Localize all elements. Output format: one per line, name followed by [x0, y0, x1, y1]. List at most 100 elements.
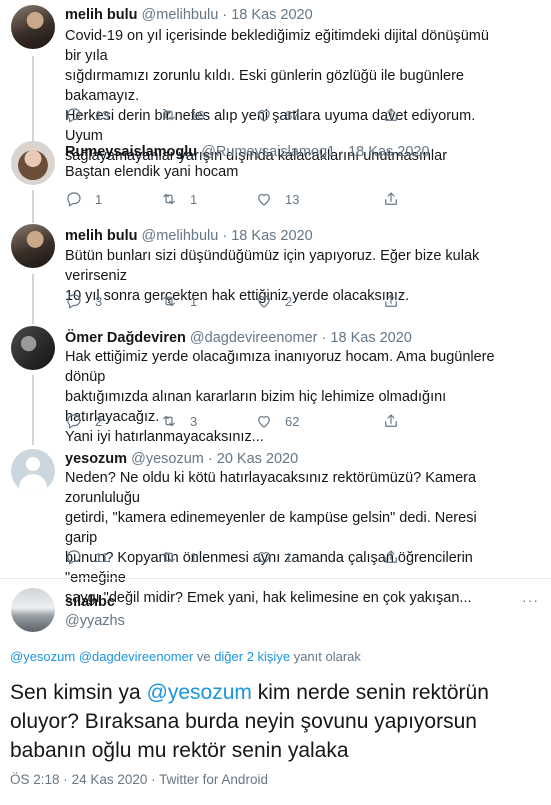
author-handle[interactable]: @melihbulu [142, 228, 219, 244]
avatar[interactable] [11, 588, 55, 632]
tweet-actions: 13 16 67 [65, 105, 465, 125]
like-count: 13 [285, 191, 300, 207]
like-button[interactable]: 67 [255, 105, 299, 125]
reply-count: 13 [95, 107, 110, 123]
separator: · [321, 330, 327, 346]
tweet-actions: 11 1 1 [65, 547, 465, 567]
reply-button[interactable]: 11 [65, 547, 109, 567]
author-name[interactable]: melih bulu [65, 7, 138, 23]
share-button[interactable] [382, 411, 400, 431]
separator: · [63, 772, 68, 787]
share-icon [385, 294, 397, 307]
author-name[interactable]: sılahbc [65, 594, 115, 610]
tweet-text-line: Baştan elendik yani hocam [65, 164, 239, 180]
retweet-count: 16 [190, 107, 205, 123]
author-handle[interactable]: @yesozum [131, 451, 204, 467]
retweet-button[interactable]: 1 [160, 189, 197, 209]
like-button[interactable]: 1 [255, 547, 292, 567]
mention-link[interactable]: @yesozum [147, 681, 252, 704]
tweet-date[interactable]: 24 Kas 2020 [72, 772, 148, 787]
share-icon [385, 414, 397, 427]
author-name[interactable]: Rumeysaislamoglu [65, 144, 197, 160]
author-handle[interactable]: @yyazhs [65, 613, 125, 629]
avatar[interactable] [11, 5, 55, 49]
separator: · [222, 228, 228, 244]
retweet-button[interactable]: 1 [160, 291, 197, 311]
retweet-count: 3 [190, 413, 198, 429]
tweet-text-line: Neden? Ne oldu ki kötü hatırlayacaksınız… [65, 470, 477, 506]
like-count: 62 [285, 413, 300, 429]
replying-and: ve [196, 649, 211, 664]
share-button[interactable] [382, 189, 400, 209]
separator: · [207, 451, 213, 467]
reply-count: 3 [95, 293, 103, 309]
reply-icon [67, 414, 81, 429]
like-icon [258, 110, 270, 122]
tweet-text-line: saygı "değil midir? Emek yani, hak kelim… [65, 590, 472, 606]
separator: · [151, 772, 156, 787]
tweet-text: Hak ettiğimiz yerde olacağımıza inanıyor… [65, 347, 505, 447]
retweet-button[interactable]: 1 [160, 547, 197, 567]
tweet-item[interactable]: Ömer Dağdeviren @dagdevireenomer · 18 Ka… [0, 321, 551, 445]
tweet-header: Rumeysaislamoglu @Rumeysaislamog1 · 18 K… [65, 143, 430, 161]
avatar[interactable] [11, 326, 55, 370]
author-name[interactable]: yesozum [65, 451, 127, 467]
share-icon [385, 108, 397, 121]
tweet-source[interactable]: Twitter for Android [159, 772, 268, 787]
reply-button[interactable]: 1 [65, 189, 102, 209]
retweet-count: 1 [190, 549, 198, 565]
replying-to: @yesozum @dagdevireenomer ve diğer 2 kiş… [10, 649, 361, 664]
like-button[interactable]: 62 [255, 411, 299, 431]
more-icon[interactable]: ··· [522, 592, 539, 608]
like-count: 1 [285, 549, 293, 565]
author-handle[interactable]: @melihbulu [142, 7, 219, 23]
avatar[interactable] [11, 224, 55, 268]
author-handle[interactable]: @Rumeysaislamog1 [201, 144, 335, 160]
reply-button[interactable]: 3 [65, 291, 102, 311]
reply-button[interactable]: 13 [65, 105, 109, 125]
default-avatar-icon [26, 457, 40, 471]
retweet-count: 1 [190, 191, 198, 207]
retweet-button[interactable]: 3 [160, 411, 197, 431]
author-name[interactable]: Ömer Dağdeviren [65, 330, 186, 346]
retweet-button[interactable]: 16 [160, 105, 204, 125]
share-button[interactable] [382, 105, 400, 125]
reply-count: 11 [95, 549, 109, 565]
author-handle[interactable]: @dagdevireenomer [190, 330, 318, 346]
tweet-date[interactable]: 18 Kas 2020 [330, 330, 411, 346]
tweet-text-line: getirdi, "kamera edinemeyenler de kampüs… [65, 510, 477, 546]
like-icon [258, 416, 270, 428]
reply-button[interactable]: 2 [65, 411, 102, 431]
author-name[interactable]: melih bulu [65, 228, 138, 244]
tweet-header: melih bulu @melihbulu · 18 Kas 2020 [65, 227, 313, 245]
separator: · [339, 144, 345, 160]
tweet-item[interactable]: yesozum @yesozum · 20 Kas 2020 Neden? Ne… [0, 445, 551, 606]
share-button[interactable] [382, 291, 400, 311]
like-count: 67 [285, 107, 300, 123]
avatar[interactable] [11, 141, 55, 185]
main-text-start: Sen kimsin ya [10, 681, 141, 704]
like-button[interactable]: 2 [255, 291, 292, 311]
tweet-date[interactable]: 18 Kas 2020 [231, 7, 312, 23]
replying-users-link[interactable]: @yesozum @dagdevireenomer [10, 649, 193, 664]
divider [0, 578, 551, 579]
tweet-text-line: Hak ettiğimiz yerde olacağımıza inanıyor… [65, 349, 495, 385]
reply-icon [67, 294, 81, 309]
avatar[interactable] [11, 449, 55, 493]
tweet-header: melih bulu @melihbulu · 18 Kas 2020 [65, 6, 313, 24]
tweet-item[interactable]: melih bulu @melihbulu · 18 Kas 2020 Covi… [0, 0, 551, 164]
retweet-icon [163, 551, 175, 563]
tweet-item[interactable]: melih bulu @melihbulu · 18 Kas 2020 Bütü… [0, 219, 551, 321]
tweet-text-line: sığdırmamızı zorunlu kıldı. Eski günleri… [65, 68, 464, 104]
tweet-date[interactable]: 18 Kas 2020 [348, 144, 429, 160]
replying-others-link[interactable]: diğer 2 kişiye [214, 649, 290, 664]
like-button[interactable]: 13 [255, 189, 299, 209]
like-icon [258, 296, 270, 308]
tweet-time[interactable]: ÖS 2:18 [10, 772, 60, 787]
share-button[interactable] [382, 547, 400, 567]
tweet-item[interactable]: Rumeysaislamoglu @Rumeysaislamog1 · 18 K… [0, 135, 551, 219]
tweet-date[interactable]: 20 Kas 2020 [217, 451, 298, 467]
main-tweet-text: Sen kimsin ya @yesozum kim nerde senin r… [10, 678, 540, 765]
tweet-date[interactable]: 18 Kas 2020 [231, 228, 312, 244]
default-avatar-body [19, 474, 47, 493]
